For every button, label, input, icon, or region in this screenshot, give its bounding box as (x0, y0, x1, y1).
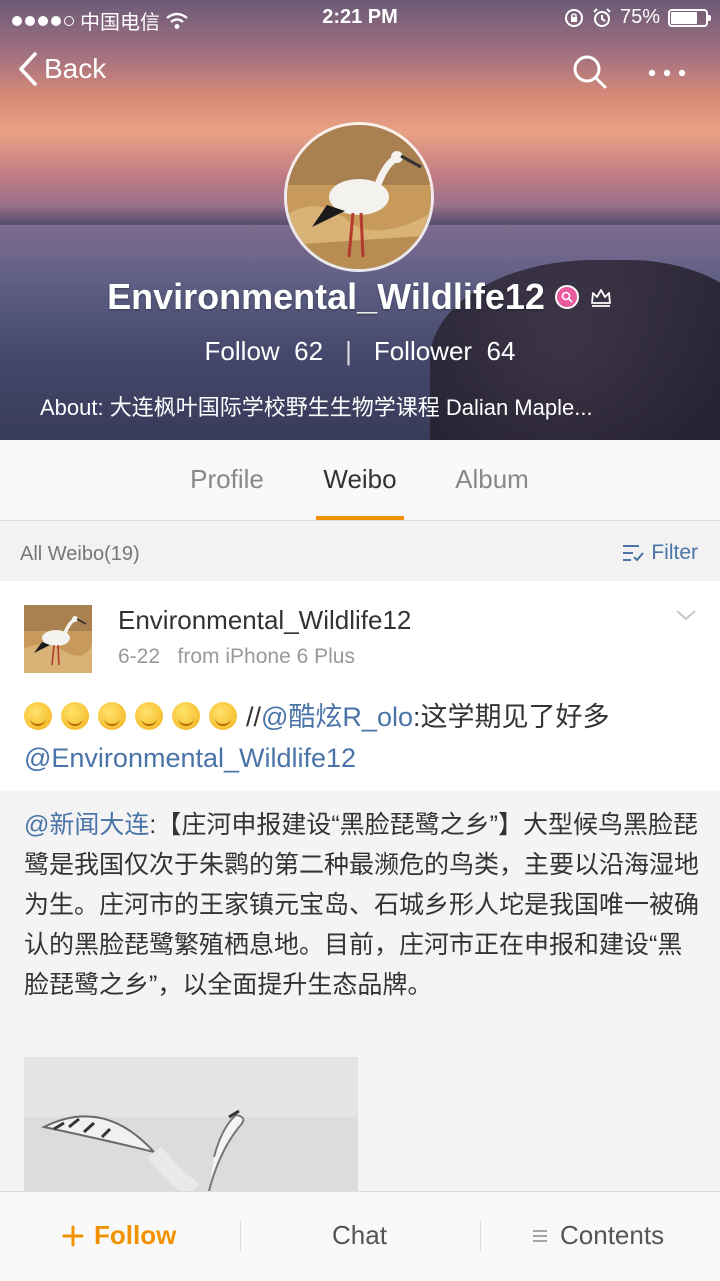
tab-album[interactable]: Album (432, 464, 552, 495)
emoji-icon (24, 702, 52, 730)
follower-count: 64 (486, 336, 516, 366)
post-author-name[interactable]: Environmental_Wildlife12 (118, 605, 411, 636)
alarm-icon (593, 7, 611, 27)
status-right: 75% (564, 6, 711, 29)
battery-fill (671, 11, 697, 24)
follow-button[interactable]: Follow (62, 1220, 176, 1251)
battery-icon (668, 8, 711, 27)
more-dots-icon (648, 69, 686, 77)
search-button[interactable] (572, 54, 608, 90)
crown-icon[interactable] (589, 285, 613, 309)
back-button[interactable]: Back (18, 52, 106, 86)
verified-badge-icon[interactable] (554, 285, 579, 309)
list-icon (533, 1229, 547, 1242)
emoji-icon (98, 702, 126, 730)
follower-label: Follower (373, 336, 473, 366)
search-icon (573, 55, 607, 89)
follow-label: Follow (204, 336, 280, 366)
chevron-left-icon (19, 52, 37, 86)
chat-button[interactable]: Chat (332, 1220, 387, 1251)
profile-stats: Follow 62 | Follower 64 (0, 336, 720, 367)
post-date: 6-22 (118, 645, 161, 668)
chevron-down-icon[interactable] (674, 603, 698, 627)
profile-tabs: Profile Weibo Album (0, 440, 720, 521)
post-text-body: :这学期见了好多 (412, 702, 610, 732)
emoji-icon (172, 702, 200, 730)
active-tab-indicator (316, 516, 404, 520)
repost-body: :【庄河申报建设“黑脸琵鹭之乡”】大型候鸟黑脸琵鹭是我国仅次于朱鹮的第二种最濒危… (24, 811, 700, 999)
filter-button[interactable]: Filter (621, 541, 698, 565)
profile-username: Environmental_Wildlife12 (107, 276, 545, 317)
emoji-icon (135, 702, 163, 730)
repost-image[interactable] (24, 1057, 358, 1191)
contents-button[interactable]: Contents (532, 1220, 664, 1251)
post-meta: 6-22 from iPhone 6 Plus (118, 645, 355, 669)
weibo-count: All Weibo(19) (20, 543, 140, 565)
tab-profile[interactable]: Profile (167, 464, 287, 495)
repost-text: @新闻大连:【庄河申报建设“黑脸琵鹭之乡”】大型候鸟黑脸琵鹭是我国仅次于朱鹮的第… (24, 805, 700, 1005)
tab-weibo[interactable]: Weibo (300, 464, 420, 495)
repost-block[interactable]: @新闻大连:【庄河申报建设“黑脸琵鹭之乡”】大型候鸟黑脸琵鹭是我国仅次于朱鹮的第… (0, 791, 720, 1191)
follow-button-label: Follow (94, 1220, 177, 1250)
spoonbill-image (24, 1057, 358, 1191)
repost-mention-link[interactable]: @新闻大连 (24, 811, 149, 839)
post-source: from iPhone 6 Plus (177, 645, 355, 668)
profile-about[interactable]: About: 大连枫叶国际学校野生生物学课程 Dalian Maple... (40, 390, 680, 422)
bottom-divider (480, 1220, 481, 1252)
orientation-lock-icon (564, 8, 583, 27)
mention-link[interactable]: @Environmental_Wildlife12 (24, 743, 356, 773)
filter-icon (623, 545, 645, 562)
follower-stat[interactable]: Follower 64 (374, 336, 516, 367)
mention-link[interactable]: @酷炫R_olo (261, 702, 413, 732)
stats-divider: | (345, 336, 352, 366)
follow-stat[interactable]: Follow 62 (205, 336, 324, 367)
stork-avatar-image (287, 125, 431, 269)
more-button[interactable] (646, 58, 688, 88)
post-author-avatar[interactable] (24, 605, 92, 673)
filter-label: Filter (651, 541, 698, 564)
weibo-post[interactable]: Environmental_Wildlife12 6-22 from iPhon… (0, 581, 720, 791)
profile-username-row: Environmental_Wildlife12 (0, 276, 720, 318)
bottom-action-bar: Follow Chat Contents (0, 1191, 720, 1281)
filter-bar: All Weibo(19) Filter (0, 521, 720, 581)
contents-button-label: Contents (560, 1220, 665, 1250)
profile-avatar[interactable] (284, 122, 434, 272)
chat-button-label: Chat (332, 1220, 387, 1250)
stork-thumbnail-image (24, 605, 92, 673)
post-separator: // (246, 702, 262, 732)
battery-percent: 75% (619, 6, 660, 28)
post-text: //@酷炫R_olo:这学期见了好多 @Environmental_Wildli… (24, 697, 704, 779)
back-label: Back (44, 53, 107, 84)
profile-header: 中国电信 2:21 PM 75% Back Environmental_Wild… (0, 0, 720, 440)
follow-count: 62 (294, 336, 324, 366)
status-bar: 中国电信 2:21 PM 75% (0, 0, 720, 36)
emoji-icon (61, 702, 89, 730)
plus-icon (62, 1225, 84, 1246)
bottom-divider (240, 1220, 241, 1252)
emoji-icon (209, 702, 237, 730)
